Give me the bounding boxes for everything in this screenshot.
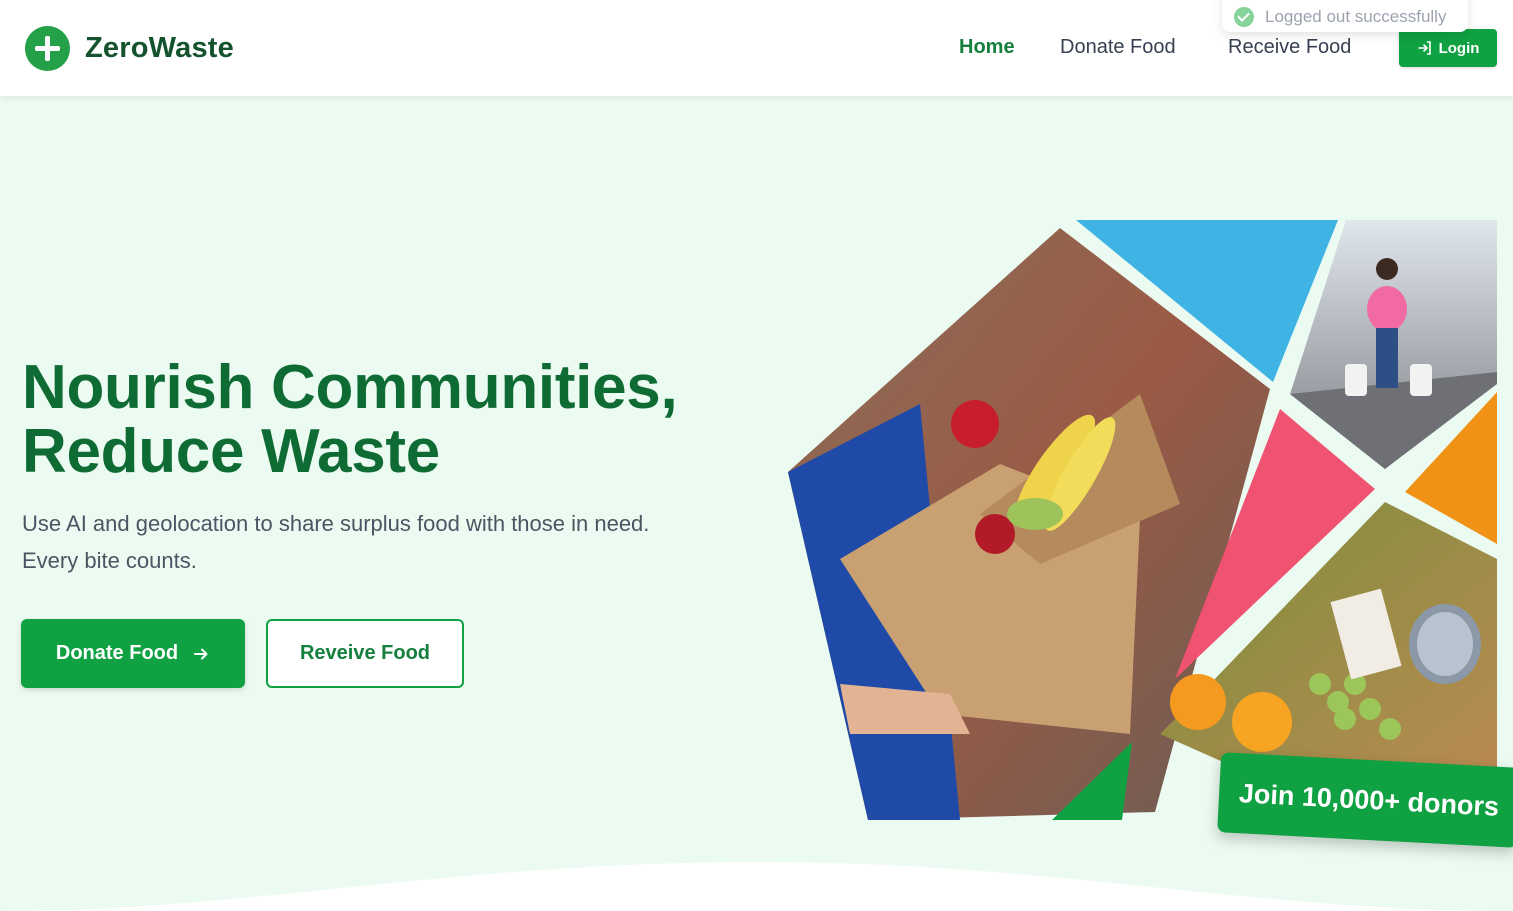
login-label: Login — [1438, 39, 1480, 57]
receive-food-button[interactable]: Reveive Food — [266, 619, 464, 688]
collage-svg — [788, 220, 1497, 820]
hero-subtitle: Use AI and geolocation to share surplus … — [22, 505, 742, 579]
section-wave-divider — [0, 862, 1513, 911]
hero-title-line-1: Nourish Communities, — [22, 353, 678, 422]
nav-receive-food-link[interactable]: Receive Food — [1228, 36, 1351, 59]
main-nav: Home Donate Food Receive Food — [0, 36, 1513, 64]
donors-count-badge: Join 10,000+ donors — [1217, 752, 1513, 848]
hero-title-line-2: Reduce Waste — [22, 417, 440, 486]
toast-notification: Logged out successfully — [1222, 0, 1468, 32]
hero-subtitle-line-1: Use AI and geolocation to share surplus … — [22, 511, 650, 536]
donate-food-button-label: Donate Food — [55, 642, 179, 664]
login-arrow-icon — [1417, 41, 1431, 55]
check-circle-icon — [1234, 7, 1254, 27]
arrow-right-icon — [194, 648, 208, 659]
login-button[interactable]: Login — [1399, 29, 1497, 67]
donate-food-button[interactable]: Donate Food — [21, 619, 245, 688]
hero-image-collage — [780, 214, 1513, 826]
hero-title: Nourish Communities, Reduce Waste — [22, 356, 762, 484]
nav-donate-food-link[interactable]: Donate Food — [1060, 36, 1176, 59]
toast-message: Logged out successfully — [1265, 7, 1447, 26]
nav-home-link[interactable]: Home — [959, 36, 1015, 59]
hero-subtitle-line-2: Every bite counts. — [22, 548, 197, 573]
